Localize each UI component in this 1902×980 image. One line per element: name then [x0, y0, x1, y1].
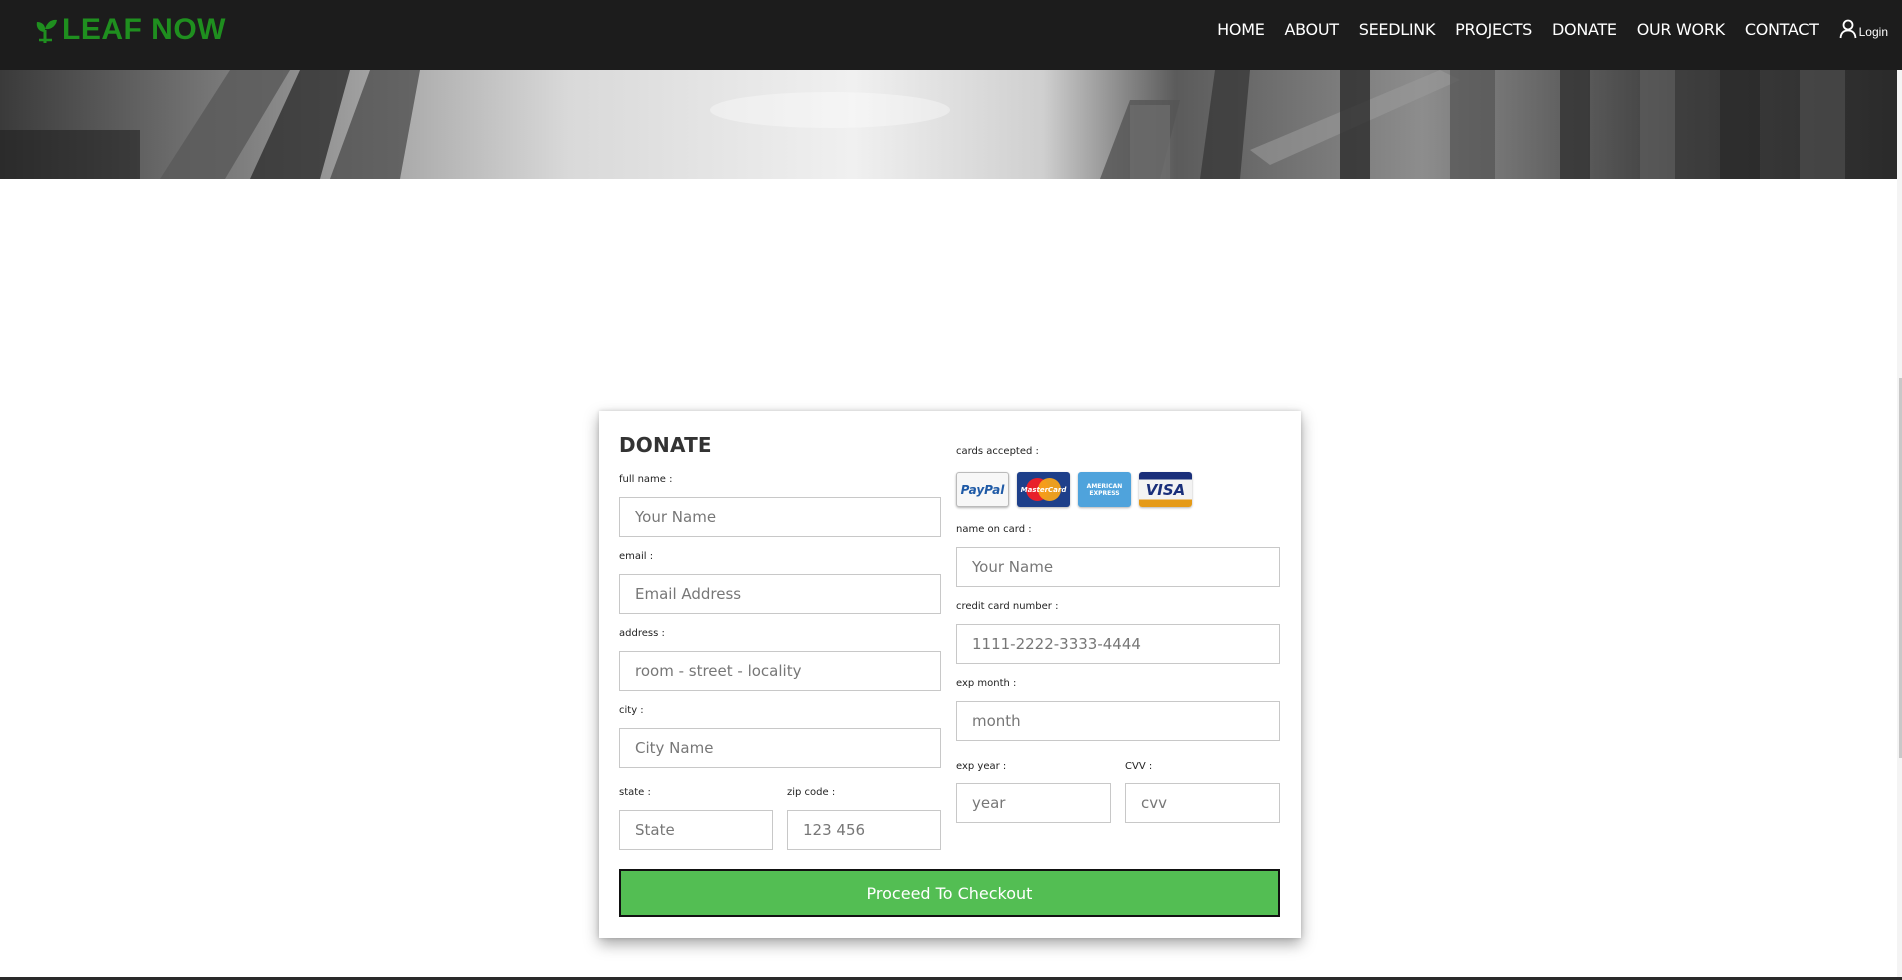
nav-home[interactable]: HOME — [1217, 20, 1265, 39]
state-label: state : — [619, 787, 651, 798]
cvv-label: CVV : — [1125, 761, 1153, 772]
card-number-label: credit card number : — [956, 601, 1059, 612]
city-input[interactable] — [619, 728, 941, 768]
cvv-input[interactable] — [1125, 783, 1280, 823]
login-label: Login — [1858, 25, 1888, 39]
accepted-cards: PayPal MasterCard AMERICAN EXPRESS VISA — [956, 472, 1192, 507]
nav-about[interactable]: ABOUT — [1285, 20, 1340, 39]
nav-seedlink[interactable]: SEEDLINK — [1359, 20, 1436, 39]
address-input[interactable] — [619, 651, 941, 691]
exp-year-label: exp year : — [956, 761, 1007, 772]
leaf-sprout-icon — [34, 16, 58, 44]
exp-month-label: exp month : — [956, 678, 1017, 689]
zip-input[interactable] — [787, 810, 941, 850]
email-label: email : — [619, 551, 654, 562]
form-title: DONATE — [619, 433, 712, 457]
zip-label: zip code : — [787, 787, 836, 798]
full-name-label: full name : — [619, 474, 673, 485]
login-link[interactable]: Login — [1839, 19, 1888, 39]
brand-name: LEAF NOW — [62, 13, 226, 46]
donate-form-card: DONATE full name : email : address : cit… — [599, 411, 1301, 938]
email-input[interactable] — [619, 574, 941, 614]
paypal-card-icon: PayPal — [956, 472, 1009, 507]
exp-year-input[interactable] — [956, 783, 1111, 823]
nav-donate[interactable]: DONATE — [1552, 20, 1617, 39]
main-nav: HOME ABOUT SEEDLINK PROJECTS DONATE OUR … — [1197, 0, 1888, 58]
top-navbar: LEAF NOW HOME ABOUT SEEDLINK PROJECTS DO… — [0, 0, 1902, 70]
name-on-card-input[interactable] — [956, 547, 1280, 587]
city-label: city : — [619, 705, 644, 716]
nav-projects[interactable]: PROJECTS — [1455, 20, 1532, 39]
visa-card-icon: VISA — [1139, 472, 1192, 507]
mastercard-card-icon: MasterCard — [1017, 472, 1070, 507]
proceed-to-checkout-button[interactable]: Proceed To Checkout — [619, 869, 1280, 917]
nav-contact[interactable]: CONTACT — [1745, 20, 1819, 39]
brand-logo[interactable]: LEAF NOW — [34, 10, 226, 50]
user-icon — [1839, 19, 1857, 39]
card-number-input[interactable] — [956, 624, 1280, 664]
hero-banner-image — [0, 70, 1897, 179]
address-label: address : — [619, 628, 665, 639]
exp-month-input[interactable] — [956, 701, 1280, 741]
amex-card-icon: AMERICAN EXPRESS — [1078, 472, 1131, 507]
full-name-input[interactable] — [619, 497, 941, 537]
cards-accepted-label: cards accepted : — [956, 446, 1039, 457]
nav-our-work[interactable]: OUR WORK — [1637, 20, 1725, 39]
state-input[interactable] — [619, 810, 773, 850]
name-on-card-label: name on card : — [956, 524, 1032, 535]
